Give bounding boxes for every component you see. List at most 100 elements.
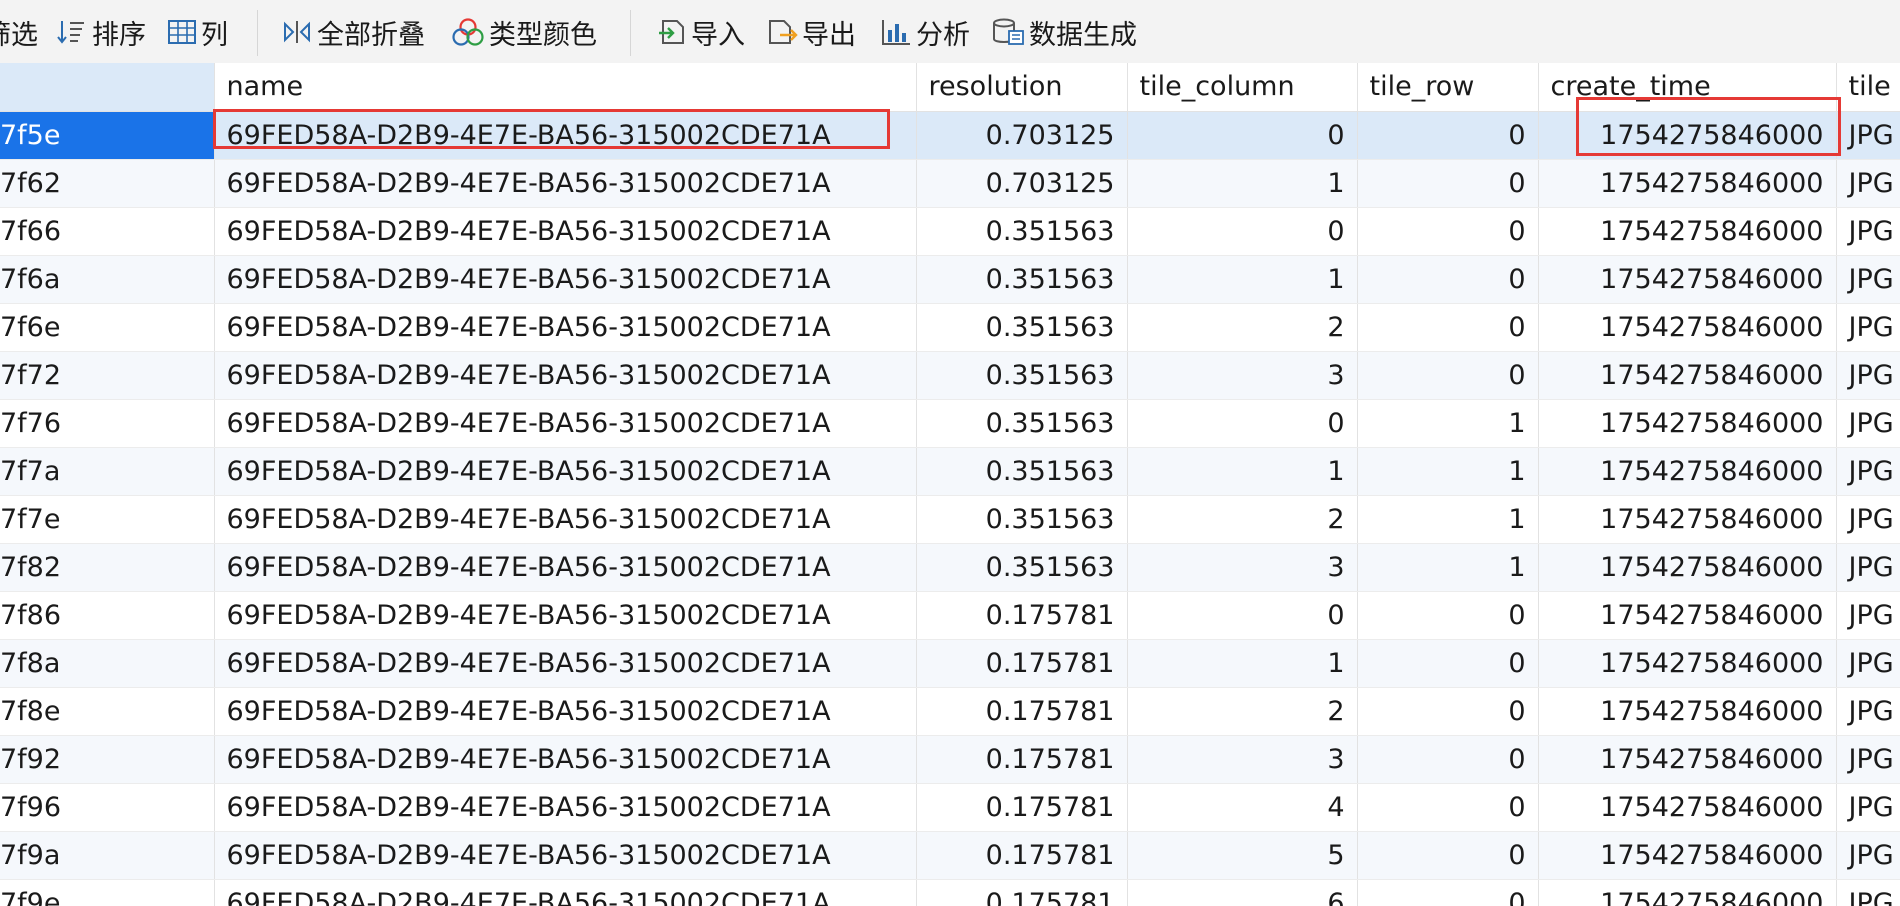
tile-column-cell[interactable]: 6 [1127,879,1358,906]
tile-column-cell[interactable]: 0 [1127,591,1358,640]
tile-column-cell[interactable]: 0 [1127,207,1358,256]
table-row[interactable]: 7f7e 69FED58A-D2B9-4E7E-BA56-315002CDE71A… [0,495,1900,544]
column-header-create-time[interactable]: create_time [1538,63,1837,112]
resolution-cell[interactable]: 0.175781 [916,639,1128,688]
row-key-cell[interactable]: 7f8e [0,687,215,736]
name-cell[interactable]: 69FED58A-D2B9-4E7E-BA56-315002CDE71A [214,207,917,256]
tile-row-cell[interactable]: 0 [1357,639,1539,688]
tile-row-cell[interactable]: 0 [1357,735,1539,784]
tile-row-cell[interactable]: 0 [1357,831,1539,880]
analyze-button[interactable]: 分析 [880,12,970,52]
create-time-cell[interactable]: 1754275846000 [1538,591,1837,640]
tile-column-cell[interactable]: 1 [1127,255,1358,304]
tile-cell[interactable]: JPG [1836,639,1900,688]
name-cell[interactable]: 69FED58A-D2B9-4E7E-BA56-315002CDE71A [214,495,917,544]
create-time-cell[interactable]: 1754275846000 [1538,111,1837,160]
create-time-cell[interactable]: 1754275846000 [1538,351,1837,400]
tile-cell[interactable]: JPG [1836,399,1900,448]
import-button[interactable]: 导入 [655,12,745,52]
filter-button[interactable]: 筛选 [0,12,38,52]
data-generate-button[interactable]: 数据生成 [991,12,1137,52]
tile-cell[interactable]: JPG [1836,543,1900,592]
tile-column-cell[interactable]: 3 [1127,543,1358,592]
table-row[interactable]: 7f8a 69FED58A-D2B9-4E7E-BA56-315002CDE71A… [0,639,1900,688]
tile-cell[interactable]: JPG [1836,831,1900,880]
tile-column-cell[interactable]: 1 [1127,639,1358,688]
row-key-cell[interactable]: 7f86 [0,591,215,640]
tile-column-cell[interactable]: 3 [1127,735,1358,784]
tile-column-cell[interactable]: 0 [1127,111,1358,160]
export-button[interactable]: 导出 [766,12,856,52]
column-header-tile-column[interactable]: tile_column [1127,63,1358,112]
table-row[interactable]: 7f9a 69FED58A-D2B9-4E7E-BA56-315002CDE71A… [0,831,1900,880]
name-cell[interactable]: 69FED58A-D2B9-4E7E-BA56-315002CDE71A [214,111,917,160]
name-cell[interactable]: 69FED58A-D2B9-4E7E-BA56-315002CDE71A [214,879,917,906]
create-time-cell[interactable]: 1754275846000 [1538,447,1837,496]
resolution-cell[interactable]: 0.703125 [916,111,1128,160]
row-key-cell[interactable]: 7f62 [0,159,215,208]
name-cell[interactable]: 69FED58A-D2B9-4E7E-BA56-315002CDE71A [214,351,917,400]
table-row[interactable]: 7f6e 69FED58A-D2B9-4E7E-BA56-315002CDE71A… [0,303,1900,352]
resolution-cell[interactable]: 0.351563 [916,399,1128,448]
table-row[interactable]: 7f6a 69FED58A-D2B9-4E7E-BA56-315002CDE71A… [0,255,1900,304]
resolution-cell[interactable]: 0.351563 [916,447,1128,496]
tile-row-cell[interactable]: 0 [1357,111,1539,160]
tile-row-cell[interactable]: 1 [1357,447,1539,496]
resolution-cell[interactable]: 0.351563 [916,351,1128,400]
table-row[interactable]: 7f9e 69FED58A-D2B9-4E7E-BA56-315002CDE71A… [0,879,1900,906]
tile-row-cell[interactable]: 0 [1357,159,1539,208]
name-cell[interactable]: 69FED58A-D2B9-4E7E-BA56-315002CDE71A [214,591,917,640]
tile-row-cell[interactable]: 0 [1357,303,1539,352]
create-time-cell[interactable]: 1754275846000 [1538,783,1837,832]
row-key-cell[interactable]: 7f6e [0,303,215,352]
name-cell[interactable]: 69FED58A-D2B9-4E7E-BA56-315002CDE71A [214,447,917,496]
tile-row-cell[interactable]: 0 [1357,255,1539,304]
tile-cell[interactable]: JPG [1836,591,1900,640]
row-key-cell[interactable]: 7f6a [0,255,215,304]
tile-column-cell[interactable]: 1 [1127,159,1358,208]
tile-column-cell[interactable]: 0 [1127,399,1358,448]
create-time-cell[interactable]: 1754275846000 [1538,735,1837,784]
tile-column-cell[interactable]: 2 [1127,303,1358,352]
resolution-cell[interactable]: 0.351563 [916,543,1128,592]
resolution-cell[interactable]: 0.175781 [916,879,1128,906]
tile-row-cell[interactable]: 1 [1357,495,1539,544]
name-cell[interactable]: 69FED58A-D2B9-4E7E-BA56-315002CDE71A [214,639,917,688]
name-cell[interactable]: 69FED58A-D2B9-4E7E-BA56-315002CDE71A [214,783,917,832]
tile-row-cell[interactable]: 1 [1357,399,1539,448]
table-row[interactable]: 7f66 69FED58A-D2B9-4E7E-BA56-315002CDE71A… [0,207,1900,256]
column-header-tile-row[interactable]: tile_row [1357,63,1539,112]
resolution-cell[interactable]: 0.703125 [916,159,1128,208]
row-key-cell[interactable]: 7f7a [0,447,215,496]
create-time-cell[interactable]: 1754275846000 [1538,159,1837,208]
row-key-cell[interactable]: 7f8a [0,639,215,688]
tile-cell[interactable]: JPG [1836,687,1900,736]
create-time-cell[interactable]: 1754275846000 [1538,255,1837,304]
type-color-button[interactable]: 类型颜色 [451,12,597,52]
table-row[interactable]: 7f92 69FED58A-D2B9-4E7E-BA56-315002CDE71A… [0,735,1900,784]
row-key-cell[interactable]: 7f66 [0,207,215,256]
tile-cell[interactable]: JPG [1836,783,1900,832]
name-cell[interactable]: 69FED58A-D2B9-4E7E-BA56-315002CDE71A [214,255,917,304]
tile-row-cell[interactable]: 1 [1357,543,1539,592]
row-key-cell[interactable]: 7f9e [0,879,215,906]
tile-row-cell[interactable]: 0 [1357,591,1539,640]
tile-cell[interactable]: JPG [1836,447,1900,496]
tile-cell[interactable]: JPG [1836,735,1900,784]
name-cell[interactable]: 69FED58A-D2B9-4E7E-BA56-315002CDE71A [214,303,917,352]
create-time-cell[interactable]: 1754275846000 [1538,639,1837,688]
create-time-cell[interactable]: 1754275846000 [1538,687,1837,736]
create-time-cell[interactable]: 1754275846000 [1538,495,1837,544]
row-key-cell[interactable]: 7f82 [0,543,215,592]
tile-cell[interactable]: JPG [1836,303,1900,352]
name-cell[interactable]: 69FED58A-D2B9-4E7E-BA56-315002CDE71A [214,543,917,592]
collapse-all-button[interactable]: 全部折叠 [281,12,425,52]
resolution-cell[interactable]: 0.351563 [916,255,1128,304]
tile-cell[interactable]: JPG [1836,255,1900,304]
row-key-cell[interactable]: 7f72 [0,351,215,400]
tile-row-cell[interactable]: 0 [1357,351,1539,400]
create-time-cell[interactable]: 1754275846000 [1538,831,1837,880]
table-row[interactable]: 7f96 69FED58A-D2B9-4E7E-BA56-315002CDE71A… [0,783,1900,832]
resolution-cell[interactable]: 0.175781 [916,591,1128,640]
tile-column-cell[interactable]: 2 [1127,495,1358,544]
